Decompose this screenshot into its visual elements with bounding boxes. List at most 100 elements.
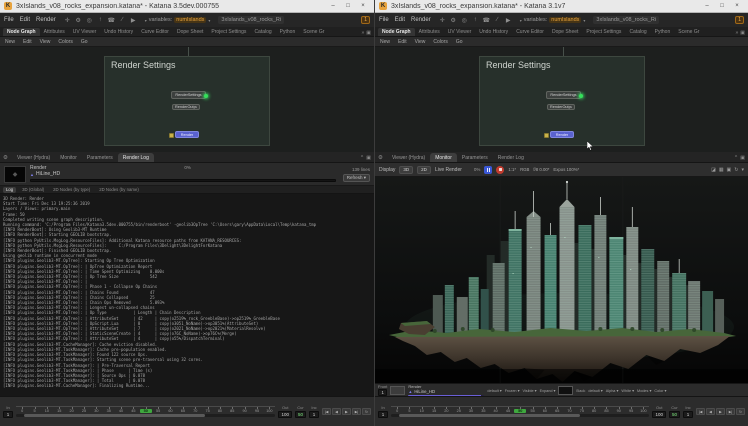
monitor-viewport[interactable] — [375, 177, 748, 383]
renderoutputdefine-node[interactable]: RenderOutputDefine — [172, 104, 200, 110]
go-start-button[interactable]: |◀ — [322, 408, 331, 415]
footer-dropdown[interactable]: Frozen ▾ — [505, 388, 520, 393]
frame-ruler[interactable]: 0510152025303540455055606570758085909510… — [391, 406, 649, 417]
go-end-button[interactable]: ▶| — [726, 408, 735, 415]
minimize-button[interactable]: – — [326, 1, 340, 12]
main-tab[interactable]: Python — [651, 28, 675, 36]
nodegraph-menu-item[interactable]: Go — [81, 39, 88, 45]
flipbook-icon[interactable]: ↻ — [734, 167, 738, 173]
nodegraph-menu-item[interactable]: View — [415, 39, 426, 45]
display-2d-button[interactable]: 2D — [417, 166, 431, 174]
timeline-scrollbar[interactable] — [391, 414, 649, 417]
render-log-output[interactable]: 3D Render: RenderStart Time: Fri Dec 13 … — [0, 194, 374, 396]
menu-item[interactable]: Render — [411, 17, 431, 23]
in-frame-field[interactable]: 1 — [378, 411, 388, 418]
main-tab[interactable]: Project Settings — [207, 28, 250, 36]
play-button[interactable]: ▶ — [342, 408, 351, 415]
message-badge[interactable]: 1 — [361, 16, 370, 24]
pane-tab[interactable]: Render Log — [493, 153, 529, 162]
minimize-button[interactable]: – — [700, 1, 714, 12]
menu-item[interactable]: File — [379, 17, 389, 23]
main-tab[interactable]: Node Graph — [378, 28, 415, 36]
log-subtab[interactable]: 2D Nodes (by name) — [96, 187, 142, 193]
render-node[interactable]: Render — [550, 131, 574, 138]
scene-name-button[interactable]: 3xIslands_v08_rocks_Ri — [218, 16, 284, 24]
rendersettings-node[interactable]: RenderSettings — [171, 91, 206, 99]
render-node[interactable]: Render — [175, 131, 199, 138]
pane-tab[interactable]: Monitor — [430, 153, 457, 162]
pane-tab[interactable]: Viewer (Hydra) — [387, 153, 430, 162]
node-graph-canvas[interactable]: Render Settings RenderSettings RenderOut… — [375, 47, 748, 152]
loop-button[interactable]: ↻ — [362, 408, 371, 415]
frame-ruler[interactable]: 0510152025303540455055606570758085909510… — [16, 406, 275, 417]
close-button[interactable]: × — [730, 1, 744, 12]
snapshot-icon[interactable]: ▣ — [727, 167, 732, 173]
step-back-button[interactable]: ◀ — [332, 408, 341, 415]
play-icon[interactable]: ▶ — [504, 17, 513, 24]
play-icon[interactable]: ▶ — [129, 17, 138, 24]
render-thumbnail[interactable]: ◆ — [4, 166, 26, 183]
main-tab[interactable]: Scene Gr — [299, 28, 328, 36]
main-tab[interactable]: Scene Gr — [674, 28, 703, 36]
pane-float-icon[interactable]: ▣ — [366, 30, 371, 36]
log-subtab[interactable]: Log — [3, 187, 16, 193]
titlebar[interactable]: K 3xIslands_v08_rocks_expansion.katana* … — [375, 0, 748, 13]
rendersettings-node[interactable]: RenderSettings — [546, 91, 581, 99]
scrollbar-thumb[interactable] — [399, 414, 580, 417]
tab-overflow-icon[interactable]: » — [361, 30, 364, 36]
plus-icon[interactable]: ✛ — [63, 17, 72, 24]
gear-icon[interactable]: ⚙ — [449, 17, 458, 24]
pane-split-icon[interactable]: ▣ — [366, 155, 371, 161]
pane-tab[interactable]: Parameters — [82, 153, 118, 162]
main-tab[interactable]: UV Viewer — [69, 28, 101, 36]
footer-dropdown[interactable]: Modes ▾ — [637, 388, 651, 393]
loop-button[interactable]: ↻ — [736, 408, 745, 415]
main-tab[interactable]: Dope Sheet — [548, 28, 582, 36]
current-frame-field[interactable]: 50 — [669, 411, 680, 418]
timeline-scrollbar[interactable] — [16, 414, 275, 417]
nodegraph-menu-item[interactable]: New — [380, 39, 390, 45]
main-tab[interactable]: Dope Sheet — [173, 28, 207, 36]
menu-item[interactable]: File — [4, 17, 14, 23]
slash-icon[interactable]: ∕ — [493, 17, 502, 24]
footer-dropdown[interactable]: White ▾ — [621, 388, 634, 393]
refresh-button[interactable]: Refresh ▾ — [343, 174, 370, 182]
fstop-field[interactable]: f/8 0.00* — [533, 167, 549, 172]
pane-tab[interactable]: Render Log — [118, 153, 154, 162]
nodegraph-menu-item[interactable]: New — [5, 39, 15, 45]
monitor-menu-icon[interactable]: ▾ — [741, 167, 744, 173]
nodegraph-menu-item[interactable]: Edit — [398, 39, 407, 45]
step-back-button[interactable]: ◀ — [706, 408, 715, 415]
pane-collapse-icon[interactable]: ^ — [361, 155, 363, 161]
grid-icon[interactable]: ▦ — [719, 167, 724, 173]
variables-dropdown[interactable]: ▾ variables: numIslands ▾ — [520, 17, 586, 23]
footer-dropdown[interactable]: Visible ▾ — [523, 388, 537, 393]
in-frame-field[interactable]: 1 — [3, 411, 13, 418]
front-thumbnail[interactable] — [390, 386, 405, 395]
pane-float-icon[interactable]: ▣ — [740, 30, 745, 36]
scrollbar-thumb[interactable] — [24, 414, 206, 417]
main-tab[interactable]: Undo History — [475, 28, 512, 36]
nodegraph-menu-item[interactable]: Go — [456, 39, 463, 45]
pane-tab[interactable]: Viewer (Hydra) — [12, 153, 55, 162]
pane-tab[interactable]: Monitor — [55, 153, 82, 162]
maximize-button[interactable]: □ — [715, 1, 729, 12]
node-graph-canvas[interactable]: Render Settings RenderSettings RenderOut… — [0, 47, 374, 152]
main-tab[interactable]: Catalog — [625, 28, 650, 36]
out-frame-field[interactable]: 100 — [652, 411, 666, 418]
plus-icon[interactable]: ✛ — [438, 17, 447, 24]
pane-menu-icon[interactable]: ⚙ — [378, 155, 383, 161]
phone-icon[interactable]: ☎ — [107, 17, 116, 24]
main-tab[interactable]: Catalog — [250, 28, 275, 36]
main-tab[interactable]: Undo History — [100, 28, 137, 36]
live-render-label[interactable]: Live Render — [435, 167, 462, 173]
main-tab[interactable]: Curve Editor — [512, 28, 548, 36]
back-thumbnail[interactable] — [558, 386, 573, 395]
main-tab[interactable]: UV Viewer — [444, 28, 476, 36]
pane-tab[interactable]: Parameters — [457, 153, 493, 162]
footer-dropdown[interactable]: default ▾ — [588, 388, 602, 393]
pane-menu-icon[interactable]: ⚙ — [3, 155, 8, 161]
menu-item[interactable]: Render — [36, 17, 56, 23]
pane-collapse-icon[interactable]: ^ — [735, 155, 737, 161]
up-arrow-icon[interactable]: ↑ — [471, 17, 480, 24]
